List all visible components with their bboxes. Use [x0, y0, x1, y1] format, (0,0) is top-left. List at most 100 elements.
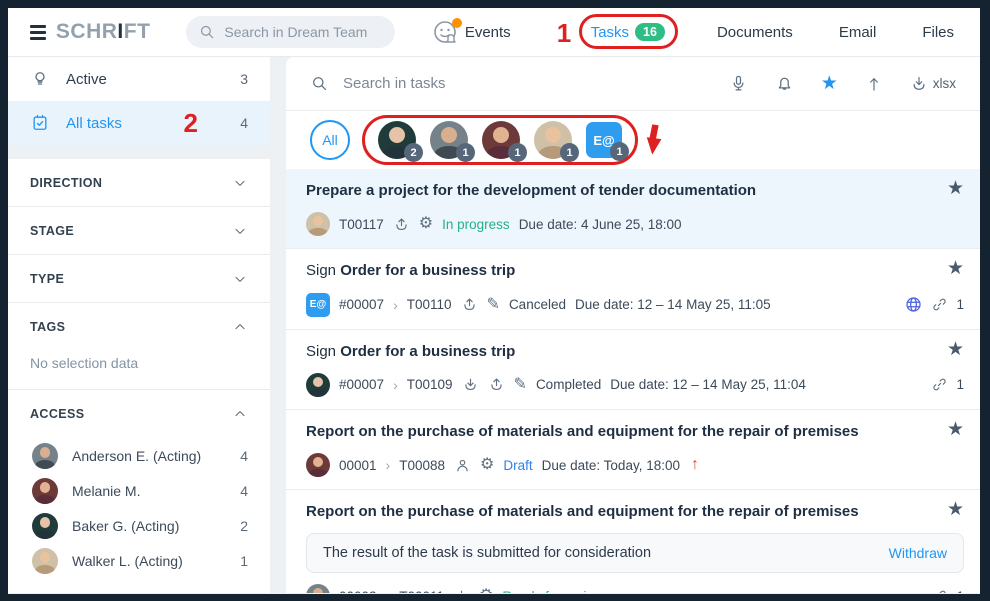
- sidebar: Active 3 All tasks 2 4 DIRECTION STAGE: [8, 57, 270, 593]
- chevron-down-icon: [232, 175, 248, 191]
- gear-icon[interactable]: ⚙: [480, 457, 494, 473]
- sidebar-item-all-tasks[interactable]: All tasks 2 4: [8, 101, 270, 145]
- link-icon[interactable]: [931, 296, 948, 313]
- avatar: [306, 373, 330, 397]
- accordion-label: DIRECTION: [30, 176, 102, 190]
- annotation-step-2: 2: [184, 110, 198, 136]
- task-row[interactable]: Sign Order for a business trip ★ #00007 …: [286, 330, 980, 410]
- accordion-direction[interactable]: DIRECTION: [8, 159, 270, 207]
- favorite-star-icon[interactable]: ★: [947, 340, 964, 359]
- filter-avatar-walker[interactable]: 1: [534, 121, 572, 159]
- globe-icon[interactable]: [904, 295, 923, 314]
- task-search-input[interactable]: [343, 75, 663, 92]
- favorite-star-icon[interactable]: ★: [947, 420, 964, 439]
- accordion-label: ACCESS: [30, 407, 85, 421]
- logo-text-2: FT: [124, 20, 151, 43]
- avatar: [306, 212, 330, 236]
- status-label: Ready for review: [502, 589, 603, 593]
- breadcrumb-chevron: ›: [386, 457, 391, 473]
- sidebar-item-label: Active: [66, 71, 107, 88]
- accordion-type[interactable]: TYPE: [8, 255, 270, 303]
- hamburger-menu-icon[interactable]: [30, 25, 46, 40]
- chevron-down-icon: [232, 223, 248, 239]
- user-count: 1: [240, 553, 248, 569]
- nav-documents[interactable]: Documents: [717, 24, 793, 41]
- link-icon[interactable]: [931, 588, 948, 593]
- access-user-melanie[interactable]: Melanie M. 4: [8, 473, 270, 508]
- download-xlsx-button[interactable]: xlsx: [910, 75, 956, 93]
- accordion-stage[interactable]: STAGE: [8, 207, 270, 255]
- status-label: In progress: [442, 217, 510, 232]
- parent-id: #00007: [339, 377, 384, 392]
- accordion-label: TYPE: [30, 272, 64, 286]
- avatar-count-badge: 1: [508, 143, 527, 162]
- sidebar-item-active[interactable]: Active 3: [8, 57, 270, 101]
- filter-avatar-melanie[interactable]: 1: [482, 121, 520, 159]
- access-user-baker[interactable]: Baker G. (Acting) 2: [8, 508, 270, 543]
- task-row[interactable]: Prepare a project for the development of…: [286, 169, 980, 249]
- global-search[interactable]: [186, 16, 394, 48]
- user-count: 2: [240, 518, 248, 534]
- favorite-star-icon[interactable]: ★: [947, 179, 964, 198]
- breadcrumb-chevron: ›: [386, 588, 391, 593]
- upload-icon[interactable]: [393, 216, 410, 233]
- filter-avatar-anderson[interactable]: 1: [430, 121, 468, 159]
- review-banner: The result of the task is submitted for …: [306, 533, 964, 573]
- upload-icon[interactable]: [488, 376, 505, 393]
- pen-icon[interactable]: ✎: [487, 297, 500, 313]
- filter-avatar-baker[interactable]: 2: [378, 121, 416, 159]
- nav-tasks[interactable]: 1 Tasks16: [591, 23, 665, 41]
- filter-all-button[interactable]: All: [310, 120, 350, 160]
- annotation-step-1: 1: [557, 20, 571, 46]
- link-icon[interactable]: [931, 376, 948, 393]
- user-name: Melanie M.: [72, 483, 140, 499]
- task-title: Report on the purchase of materials and …: [306, 423, 859, 440]
- accordion-tags[interactable]: TAGS: [8, 303, 270, 351]
- avatar: [32, 548, 58, 574]
- app-window: SCHRIFT Events 1 Tasks16: [8, 8, 980, 594]
- task-id: T00088: [399, 458, 445, 473]
- access-user-anderson[interactable]: Anderson E. (Acting) 4: [8, 438, 270, 473]
- download-icon[interactable]: [462, 376, 479, 393]
- link-count: 1: [956, 377, 964, 392]
- breadcrumb-chevron: ›: [393, 297, 398, 313]
- avatar: [306, 453, 330, 477]
- status-label: Canceled: [509, 297, 566, 312]
- avatar-count-badge: 2: [404, 143, 423, 162]
- nav-email[interactable]: Email: [839, 24, 877, 41]
- app-logo[interactable]: SCHRIFT: [56, 20, 151, 44]
- xlsx-label: xlsx: [933, 76, 956, 91]
- gear-icon[interactable]: ⚙: [419, 216, 433, 232]
- accordion-access[interactable]: ACCESS: [8, 390, 270, 438]
- main-navigation: Events 1 Tasks16 Documents Email Files: [465, 23, 954, 41]
- sort-up-icon[interactable]: [865, 75, 883, 93]
- pen-icon[interactable]: ✎: [514, 377, 527, 393]
- access-user-walker[interactable]: Walker L. (Acting) 1: [8, 543, 270, 578]
- tasks-count-badge: 16: [635, 23, 665, 41]
- task-row[interactable]: Report on the purchase of materials and …: [286, 410, 980, 490]
- link-count: 1: [956, 589, 964, 593]
- email-source-icon: E@: [306, 293, 330, 317]
- nav-files[interactable]: Files: [922, 24, 954, 41]
- favorite-star-icon[interactable]: ★: [947, 500, 964, 519]
- chevron-down-icon: [232, 271, 248, 287]
- favorite-filter-star-icon[interactable]: ★: [821, 74, 838, 93]
- global-search-input[interactable]: [224, 24, 382, 40]
- nav-events[interactable]: Events: [465, 24, 511, 41]
- sidebar-item-count: 3: [240, 71, 248, 87]
- bell-icon[interactable]: [775, 74, 794, 93]
- task-row[interactable]: Report on the purchase of materials and …: [286, 490, 980, 593]
- lightbulb-icon: [30, 69, 50, 89]
- user-count: 4: [240, 483, 248, 499]
- microphone-icon[interactable]: [729, 74, 748, 93]
- person-icon[interactable]: [454, 457, 471, 474]
- filter-avatar-email[interactable]: E@ 1: [586, 122, 622, 158]
- withdraw-link[interactable]: Withdraw: [889, 545, 947, 561]
- gear-icon[interactable]: ⚙: [479, 588, 493, 593]
- upload-icon[interactable]: [461, 296, 478, 313]
- download-icon[interactable]: [453, 588, 470, 593]
- due-date: Due date: 12 – 14 May 25, 11:05: [575, 297, 771, 312]
- assistant-notification-icon[interactable]: [431, 16, 465, 48]
- task-row[interactable]: Sign Order for a business trip ★ E@ #000…: [286, 249, 980, 329]
- favorite-star-icon[interactable]: ★: [947, 259, 964, 278]
